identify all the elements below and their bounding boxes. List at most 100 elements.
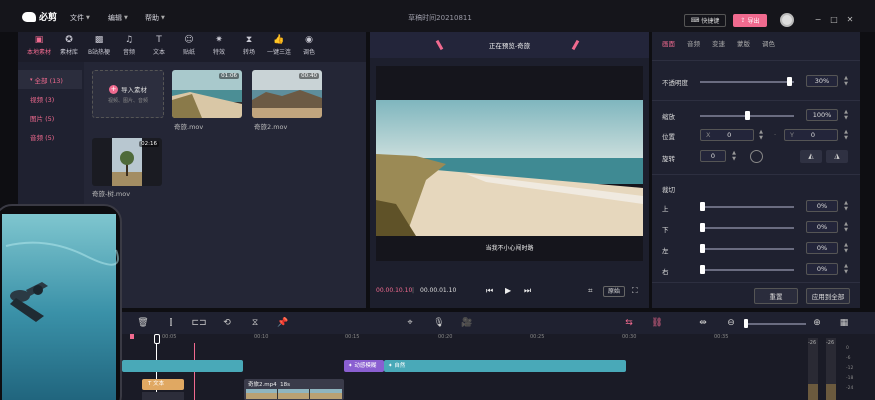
reset-button[interactable]: 重置: [754, 288, 798, 304]
crop-icon[interactable]: ⌗: [588, 286, 593, 296]
trim-icon[interactable]: ⊏⊐: [191, 317, 206, 329]
link-icon[interactable]: ⛓: [651, 317, 663, 329]
camera-icon[interactable]: 🎥: [461, 317, 473, 329]
crop-right-slider[interactable]: [702, 269, 794, 271]
fit-icon[interactable]: ⇹: [697, 317, 709, 329]
pin-icon[interactable]: 📌: [277, 317, 289, 329]
plus-icon: +: [109, 84, 118, 94]
opacity-value[interactable]: 30%: [806, 75, 838, 87]
filter-image[interactable]: 图片 (5): [18, 108, 82, 127]
crop-left-slider[interactable]: [702, 248, 794, 250]
transition-clip-icon: ✦: [388, 363, 393, 369]
media-item-thumbnail[interactable]: 01:06: [172, 70, 242, 118]
apply-all-button[interactable]: 应用到全部: [806, 288, 850, 304]
crop-bottom-value[interactable]: 0%: [806, 221, 838, 233]
zoom-in-icon[interactable]: ⊕: [811, 317, 823, 329]
crop-top-stepper-icon[interactable]: ▲ ▼: [842, 200, 850, 212]
aspect-original-button[interactable]: 原始: [603, 286, 625, 297]
filter-audio[interactable]: 音频 (5): [18, 127, 82, 146]
play-icon[interactable]: ▶: [505, 286, 511, 295]
crop-left-stepper-icon[interactable]: ▲ ▼: [842, 242, 850, 254]
opacity-slider-handle[interactable]: [787, 77, 793, 86]
video-clip[interactable]: 奇旅2.mp4 18s: [244, 379, 344, 400]
opacity-stepper-icon[interactable]: ▲ ▼: [842, 75, 850, 87]
menu-help[interactable]: 帮助 ▼: [145, 13, 165, 23]
tab-transition[interactable]: ⧗ 转场: [234, 32, 264, 62]
crop-bottom-handle[interactable]: [700, 223, 705, 232]
menu-edit[interactable]: 编辑 ▼: [108, 13, 128, 23]
delete-icon[interactable]: 🗑: [137, 317, 149, 329]
import-media-button[interactable]: + 导入素材 视频、图片、音频: [92, 70, 164, 118]
media-item-thumbnail[interactable]: 02:16: [92, 138, 162, 186]
crop-top-value[interactable]: 0%: [806, 200, 838, 212]
crop-left-value[interactable]: 0%: [806, 242, 838, 254]
position-x-stepper-icon[interactable]: ▲ ▼: [757, 129, 765, 141]
zoom-out-icon[interactable]: ⊖: [725, 317, 737, 329]
tab-grading[interactable]: 调色: [762, 38, 775, 54]
replace-icon[interactable]: ⟲: [221, 317, 233, 329]
tab-audio[interactable]: ♫ 音频: [114, 32, 144, 62]
media-item-thumbnail[interactable]: 00:40: [252, 70, 322, 118]
flip-vertical-icon[interactable]: ◮: [826, 150, 848, 163]
position-y-field[interactable]: Y0: [784, 129, 838, 141]
background-clip[interactable]: [122, 360, 243, 372]
crop-bottom-slider[interactable]: [702, 227, 794, 229]
tab-audio-prop[interactable]: 音频: [687, 38, 700, 54]
scale-slider-handle[interactable]: [745, 111, 750, 120]
shortcut-button[interactable]: ⌨ 快捷键: [684, 14, 726, 27]
tab-picture[interactable]: 画面: [662, 38, 675, 54]
filter-video[interactable]: 视频 (3): [18, 89, 82, 108]
rotate-dial-icon[interactable]: [750, 150, 763, 163]
flip-horizontal-icon[interactable]: ◭: [800, 150, 822, 163]
zoom-slider-handle[interactable]: [744, 319, 748, 328]
previous-frame-icon[interactable]: ⏮: [486, 286, 493, 296]
scale-value[interactable]: 100%: [806, 109, 838, 121]
grid-icon[interactable]: ▦: [838, 317, 850, 329]
tab-speed[interactable]: 变速: [712, 38, 725, 54]
tab-sticker[interactable]: ☺ 贴纸: [174, 32, 204, 62]
tab-triple[interactable]: 👍 一键三连: [264, 32, 294, 62]
crop-right-stepper-icon[interactable]: ▲ ▼: [842, 263, 850, 275]
filter-all[interactable]: ▾ 全部 (13): [18, 70, 82, 89]
position-y-stepper-icon[interactable]: ▲ ▼: [842, 129, 850, 141]
tab-local-media[interactable]: ▣ 本地素材: [24, 32, 54, 62]
scale-stepper-icon[interactable]: ▲ ▼: [842, 109, 850, 121]
auto-cut-icon[interactable]: ⌖: [404, 317, 416, 329]
property-tabs: 画面 音频 变速 蒙版 调色: [652, 38, 860, 54]
tab-media-library[interactable]: ✪ 素材库: [54, 32, 84, 62]
effect-clip[interactable]: ✦ 动感模糊: [344, 360, 384, 372]
text-clip[interactable]: T 文本: [142, 379, 184, 390]
mirror-icon[interactable]: ⧖: [249, 317, 261, 329]
crop-right-value[interactable]: 0%: [806, 263, 838, 275]
crop-bottom-stepper-icon[interactable]: ▲ ▼: [842, 221, 850, 233]
crop-top-slider[interactable]: [702, 206, 794, 208]
maximize-icon[interactable]: □: [829, 15, 839, 25]
microphone-icon[interactable]: 🎙: [433, 317, 445, 329]
tab-color[interactable]: ◉ 调色: [294, 32, 324, 62]
position-x-field[interactable]: X0: [700, 129, 754, 141]
menu-file[interactable]: 文件 ▼: [70, 13, 90, 23]
transition-clip[interactable]: ✦ 自然: [384, 360, 626, 372]
split-icon[interactable]: ⫿: [165, 317, 177, 329]
tab-effects[interactable]: ✷ 特效: [204, 32, 234, 62]
playhead-handle[interactable]: [154, 334, 160, 344]
tab-mask[interactable]: 蒙版: [737, 38, 750, 54]
crop-left-handle[interactable]: [700, 244, 705, 253]
marker-icon[interactable]: [130, 334, 134, 339]
crop-top-handle[interactable]: [700, 202, 705, 211]
rotate-value[interactable]: 0: [700, 150, 726, 162]
minimize-icon[interactable]: −: [813, 15, 823, 25]
tab-text[interactable]: T 文本: [144, 32, 174, 62]
avatar[interactable]: [780, 13, 794, 27]
crop-right-handle[interactable]: [700, 265, 705, 274]
preview-video-frame: [376, 100, 643, 236]
export-button[interactable]: ⇪ 导出: [733, 14, 767, 27]
zoom-slider[interactable]: [744, 323, 806, 325]
snap-icon[interactable]: ⇆: [623, 317, 635, 329]
fullscreen-icon[interactable]: ⛶: [632, 286, 638, 296]
tab-bili-memes[interactable]: ▩ B站热梗: [84, 32, 114, 62]
opacity-slider[interactable]: [700, 81, 794, 83]
rotate-stepper-icon[interactable]: ▲ ▼: [730, 150, 738, 162]
close-icon[interactable]: ✕: [845, 15, 855, 25]
next-frame-icon[interactable]: ⏭: [524, 286, 531, 296]
